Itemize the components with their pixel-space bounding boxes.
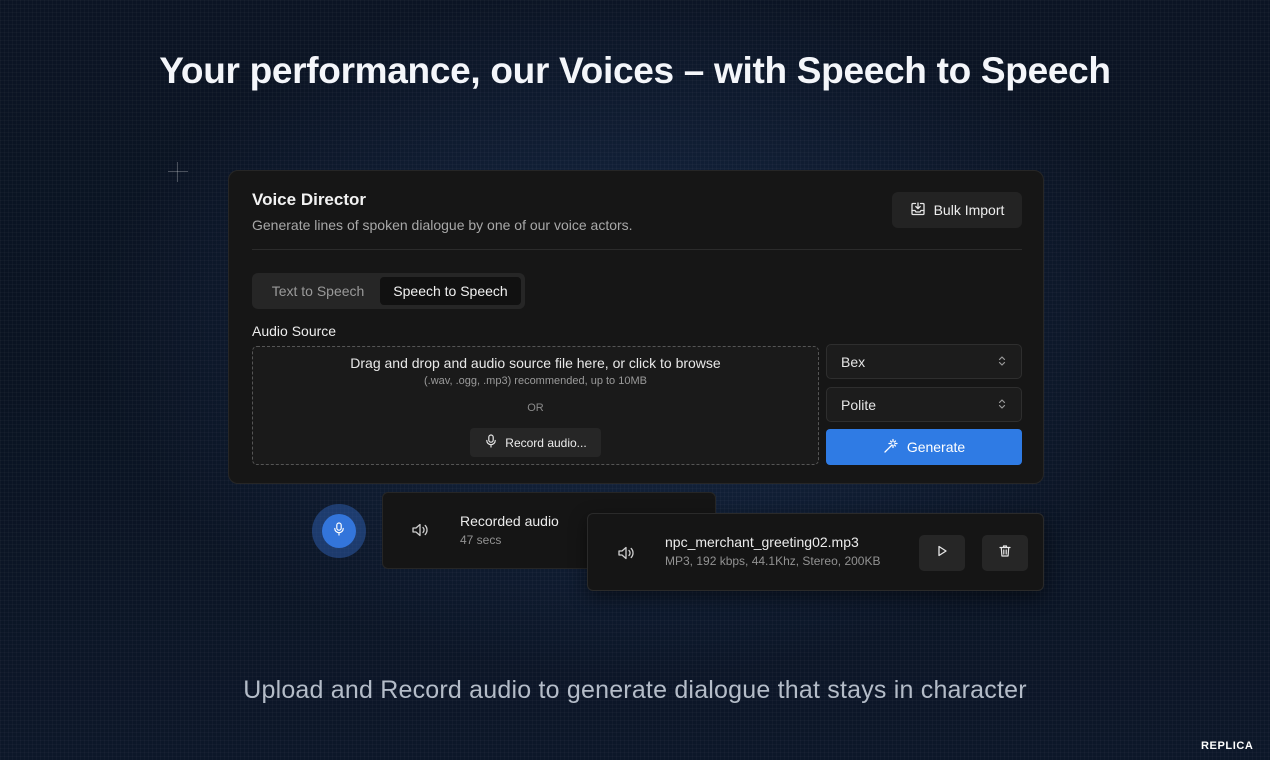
record-audio-button[interactable]: Record audio... — [470, 428, 601, 457]
mic-button-core — [322, 514, 356, 548]
delete-button[interactable] — [982, 535, 1028, 571]
mode-tabs: Text to Speech Speech to Speech — [252, 273, 525, 309]
sparkles-wand-icon — [883, 438, 899, 457]
microphone-icon — [484, 434, 498, 451]
recorded-audio-duration: 47 secs — [460, 533, 502, 547]
bulk-import-button[interactable]: Bulk Import — [892, 192, 1022, 228]
tab-speech-to-speech[interactable]: Speech to Speech — [380, 277, 521, 305]
voice-select-value: Bex — [841, 353, 866, 370]
style-select[interactable]: Polite — [826, 387, 1022, 422]
panel-description: Generate lines of spoken dialogue by one… — [252, 217, 633, 233]
file-name: npc_merchant_greeting02.mp3 — [665, 534, 859, 550]
speaker-volume-icon — [411, 521, 429, 539]
record-audio-label: Record audio... — [505, 435, 587, 450]
recorded-audio-title: Recorded audio — [460, 513, 559, 529]
record-mic-button[interactable] — [312, 504, 366, 558]
hero-title: Your performance, our Voices – with Spee… — [159, 50, 1111, 91]
microphone-icon — [332, 521, 346, 541]
style-select-value: Polite — [841, 396, 877, 413]
dropzone-or-separator: OR — [527, 402, 544, 414]
dropzone-instruction: Drag and drop and audio source file here… — [350, 355, 721, 371]
file-meta: MP3, 192 kbps, 44.1Khz, Stereo, 200KB — [665, 554, 881, 568]
uploaded-file-card: npc_merchant_greeting02.mp3 MP3, 192 kbp… — [587, 513, 1044, 591]
panel-title: Voice Director — [252, 190, 367, 209]
chevron-up-down-icon — [997, 354, 1007, 370]
tab-text-to-speech[interactable]: Text to Speech — [256, 277, 380, 305]
crosshair-decoration — [168, 162, 188, 182]
dropzone-hint: (.wav, .ogg, .mp3) recommended, up to 10… — [424, 375, 647, 387]
hero-subtitle: Upload and Record audio to generate dial… — [243, 676, 1027, 704]
audio-dropzone[interactable]: Drag and drop and audio source file here… — [252, 346, 819, 465]
play-button[interactable] — [919, 535, 965, 571]
voice-select[interactable]: Bex — [826, 344, 1022, 379]
brand-logo: REPLICA — [1201, 740, 1254, 752]
chevron-up-down-icon — [997, 397, 1007, 413]
play-icon — [935, 544, 949, 563]
audio-source-label: Audio Source — [252, 323, 337, 339]
trash-icon — [998, 544, 1012, 563]
header-divider — [252, 249, 1022, 250]
bulk-import-label: Bulk Import — [933, 202, 1005, 218]
voice-director-panel: Voice Director Generate lines of spoken … — [228, 170, 1044, 484]
generate-label: Generate — [906, 439, 966, 455]
speaker-volume-icon — [617, 544, 635, 562]
generate-button[interactable]: Generate — [826, 429, 1022, 465]
download-tray-icon — [910, 201, 926, 220]
